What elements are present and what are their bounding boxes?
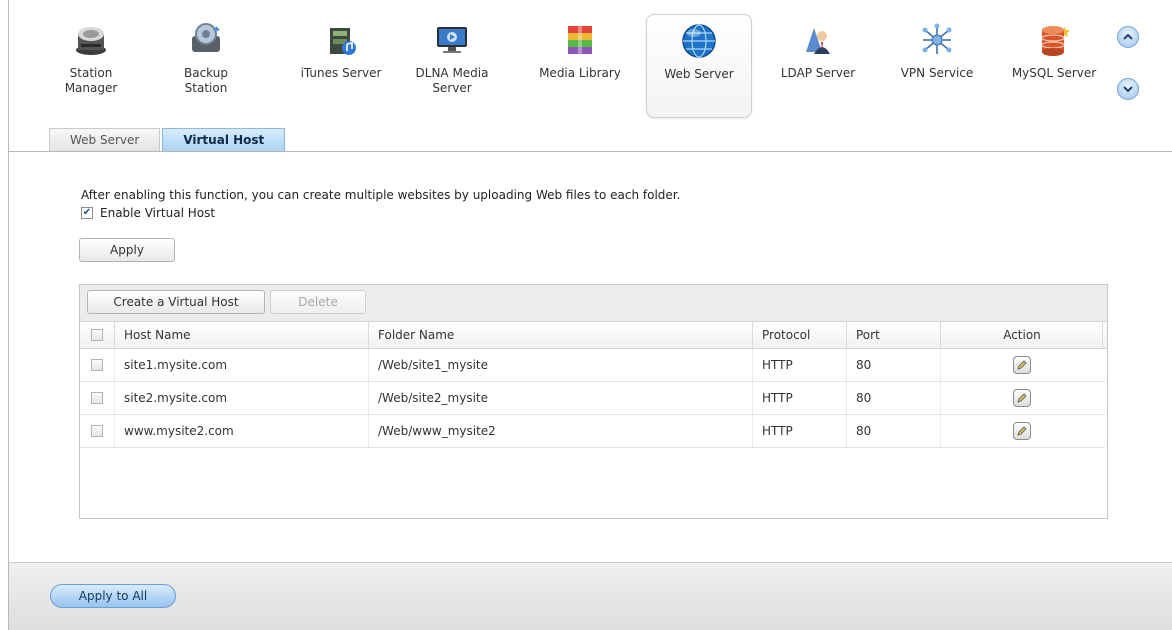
enable-virtual-host-option[interactable]: ✔ Enable Virtual Host xyxy=(81,206,215,220)
tab-web-server[interactable]: Web Server xyxy=(49,128,161,152)
app-label-line: Backup xyxy=(184,66,228,80)
dlna-media-server-icon xyxy=(434,22,470,58)
protocol-cell: HTTP xyxy=(762,424,793,438)
app-vpn-service[interactable]: VPN Service xyxy=(889,14,985,118)
folder-name-cell: /Web/www_mysite2 xyxy=(378,424,496,438)
footer-bar xyxy=(9,562,1172,630)
app-media-library[interactable]: Media Library xyxy=(524,14,636,118)
app-icon-bar: Station Manager Backup Station iTunes Se… xyxy=(9,0,1172,120)
host-name-cell: site1.mysite.com xyxy=(124,358,228,372)
port-cell: 80 xyxy=(856,391,872,405)
app-label-line: Station xyxy=(69,66,113,80)
row-select-cell xyxy=(85,382,115,414)
app-label-line: Media Library xyxy=(539,66,621,80)
scroll-down-button[interactable] xyxy=(1117,78,1139,100)
tab-divider xyxy=(9,151,1172,152)
virtual-host-grid: Create a Virtual Host Delete Host Name F… xyxy=(79,284,1108,519)
row-checkbox[interactable] xyxy=(91,359,103,371)
chevron-down-icon xyxy=(1123,86,1133,93)
enable-virtual-host-label: Enable Virtual Host xyxy=(100,206,216,220)
host-name-cell: www.mysite2.com xyxy=(124,424,234,438)
column-header-folder-name[interactable]: Folder Name xyxy=(370,322,752,348)
app-dlna-media-server[interactable]: DLNA Media Server xyxy=(407,14,497,118)
ldap-server-icon xyxy=(800,22,836,58)
table-row[interactable]: site1.mysite.com /Web/site1_mysite HTTP … xyxy=(80,349,1105,382)
create-virtual-host-button[interactable]: Create a Virtual Host xyxy=(87,290,265,314)
app-backup-station[interactable]: Backup Station xyxy=(173,14,239,118)
port-cell: 80 xyxy=(856,358,872,372)
app-window: Station Manager Backup Station iTunes Se… xyxy=(8,0,1172,630)
app-label-line: VPN Service xyxy=(900,66,974,80)
folder-name-cell: /Web/site1_mysite xyxy=(378,358,489,372)
protocol-cell: HTTP xyxy=(762,391,793,405)
app-label-line: Server xyxy=(432,81,472,95)
column-header-action[interactable]: Action xyxy=(942,322,1102,348)
app-web-server[interactable]: Web Server xyxy=(646,14,752,118)
app-label-line: Manager xyxy=(64,81,118,95)
tab-bar: Web Server Virtual Host xyxy=(49,128,286,152)
app-ldap-server[interactable]: LDAP Server xyxy=(767,14,869,118)
edit-icon[interactable] xyxy=(1013,356,1031,374)
app-itunes-server[interactable]: iTunes Server xyxy=(279,14,403,118)
backup-station-icon xyxy=(188,22,224,58)
column-header-port[interactable]: Port xyxy=(848,322,940,348)
station-manager-icon xyxy=(73,22,109,58)
table-row[interactable]: site2.mysite.com /Web/site2_mysite HTTP … xyxy=(80,382,1105,415)
app-label-line: DLNA Media xyxy=(415,66,489,80)
tab-virtual-host[interactable]: Virtual Host xyxy=(162,128,286,152)
scroll-up-button[interactable] xyxy=(1117,26,1139,48)
row-select-cell xyxy=(85,415,115,447)
protocol-cell: HTTP xyxy=(762,358,793,372)
row-checkbox[interactable] xyxy=(91,425,103,437)
action-cell xyxy=(942,415,1102,447)
select-all-cell xyxy=(85,322,115,348)
grid-header: Host Name Folder Name Protocol Port Acti… xyxy=(80,321,1107,349)
edit-icon[interactable] xyxy=(1013,389,1031,407)
column-header-protocol[interactable]: Protocol xyxy=(754,322,846,348)
apply-to-all-button[interactable]: Apply to All xyxy=(50,584,176,608)
edit-icon[interactable] xyxy=(1013,422,1031,440)
itunes-server-icon xyxy=(323,22,359,58)
app-label-line: MySQL Server xyxy=(1011,66,1097,80)
media-library-icon xyxy=(562,22,598,58)
grid-toolbar: Create a Virtual Host Delete xyxy=(80,285,1107,321)
action-cell xyxy=(942,382,1102,414)
chevron-up-icon xyxy=(1123,33,1133,40)
row-checkbox[interactable] xyxy=(91,392,103,404)
web-server-icon xyxy=(681,23,717,59)
delete-button[interactable]: Delete xyxy=(270,290,366,314)
table-row[interactable]: www.mysite2.com /Web/www_mysite2 HTTP 80 xyxy=(80,415,1105,448)
host-name-cell: site2.mysite.com xyxy=(124,391,228,405)
mysql-server-icon xyxy=(1036,22,1072,58)
folder-name-cell: /Web/site2_mysite xyxy=(378,391,489,405)
app-label-line: Station xyxy=(184,81,228,95)
app-station-manager[interactable]: Station Manager xyxy=(53,14,129,118)
row-select-cell xyxy=(85,349,115,381)
app-mysql-server[interactable]: MySQL Server xyxy=(1001,14,1107,118)
enable-virtual-host-checkbox[interactable]: ✔ xyxy=(81,207,93,219)
action-cell xyxy=(942,349,1102,381)
app-label-line: Web Server xyxy=(664,67,734,81)
app-label-line: LDAP Server xyxy=(780,66,856,80)
app-label-line: iTunes Server xyxy=(300,66,382,80)
vpn-service-icon xyxy=(919,22,955,58)
port-cell: 80 xyxy=(856,424,872,438)
select-all-checkbox[interactable] xyxy=(91,329,103,341)
apply-button[interactable]: Apply xyxy=(79,238,175,262)
description-text: After enabling this function, you can cr… xyxy=(81,188,681,202)
column-header-host-name[interactable]: Host Name xyxy=(116,322,368,348)
